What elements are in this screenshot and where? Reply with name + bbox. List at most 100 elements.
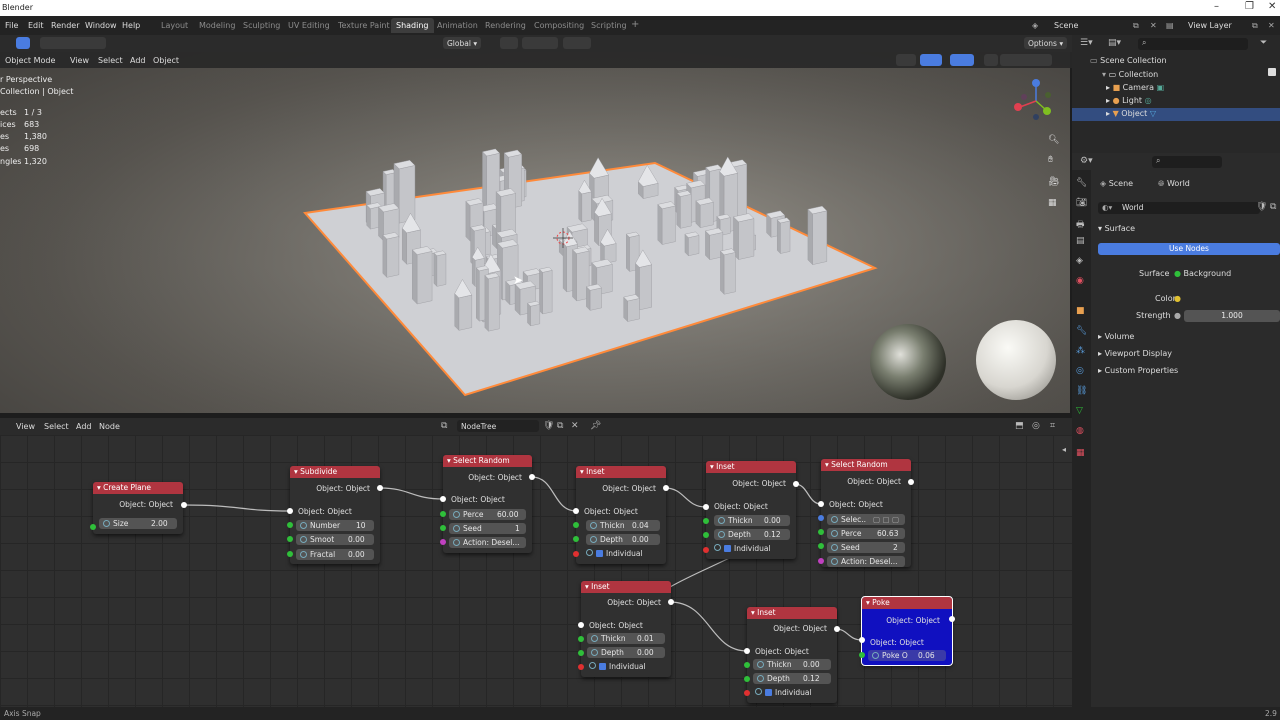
node-header-icon[interactable]: ⬒ <box>1015 421 1024 431</box>
zoom-icon[interactable]: 🔍︎ <box>1048 135 1059 145</box>
individual-checkbox[interactable]: Individual <box>714 544 771 553</box>
new-tree-icon[interactable]: ⧉ <box>557 421 563 431</box>
input-socket[interactable] <box>818 543 824 549</box>
individual-checkbox[interactable]: Individual <box>586 549 643 558</box>
input-socket[interactable] <box>578 636 584 642</box>
editor-type-icon[interactable]: ☰▾ <box>1080 38 1093 48</box>
output-socket[interactable] <box>668 599 674 605</box>
select-tool-icon[interactable] <box>16 37 30 49</box>
input-socket[interactable] <box>818 501 824 507</box>
outliner-collection[interactable]: ▾ ▭ Collection <box>1102 70 1158 79</box>
constraints-tab-icon[interactable]: ⛓︎ <box>1076 386 1087 396</box>
size-field[interactable]: Size 2.00 <box>99 518 177 529</box>
filter-icon[interactable]: ⏷ <box>1260 38 1267 48</box>
options-dropdown[interactable]: Options ▾ <box>1024 37 1068 49</box>
tab-layout[interactable]: Layout <box>161 21 188 30</box>
tab-shading[interactable]: Shading <box>391 18 434 33</box>
tab-rendering[interactable]: Rendering <box>485 21 526 30</box>
color-socket-icon[interactable]: ● <box>1174 294 1181 303</box>
pan-hand-icon[interactable]: ✋︎ <box>1048 155 1053 165</box>
viewport-menu-add[interactable]: Add <box>130 56 146 65</box>
viewport-menu-select[interactable]: Select <box>98 56 123 65</box>
individual-checkbox[interactable]: Individual <box>589 662 646 671</box>
node-poke[interactable]: ▾ Poke Object: Object Object: Object Pok… <box>861 596 953 666</box>
expand-arrow-icon[interactable]: ▾ <box>1102 70 1106 79</box>
3d-viewport[interactable]: r Perspective Collection | Object ects 1 … <box>0 35 1070 413</box>
input-socket[interactable] <box>90 524 96 530</box>
select-mode-icons[interactable]: ▢ ▢ ▢ <box>873 515 899 524</box>
input-socket[interactable] <box>818 529 824 535</box>
input-socket[interactable] <box>440 496 446 502</box>
smoothness-field[interactable]: Smoot 0.00 <box>296 534 374 545</box>
outliner-search-input[interactable]: ⌕ <box>1138 38 1248 50</box>
input-socket[interactable] <box>573 536 579 542</box>
minimize-icon[interactable]: – <box>1214 1 1219 12</box>
world-datablock-field[interactable]: ◐▾ World <box>1098 202 1260 214</box>
restore-icon[interactable]: ❐ <box>1245 1 1254 12</box>
view-layer-tab-icon[interactable]: ▤ <box>1076 236 1085 246</box>
input-socket[interactable] <box>703 532 709 538</box>
shading-mode-icons[interactable] <box>1000 54 1052 66</box>
input-socket[interactable] <box>287 508 293 514</box>
input-socket[interactable] <box>744 662 750 668</box>
input-socket[interactable] <box>287 536 293 542</box>
xray-icon[interactable] <box>984 54 998 66</box>
material-tab-icon[interactable]: ◍ <box>1076 426 1084 436</box>
delete-scene-icon[interactable]: ✕ <box>1150 21 1157 30</box>
input-socket[interactable] <box>744 690 750 696</box>
node-select-random[interactable]: ▾ Select Random Object: Object Object: O… <box>821 459 911 567</box>
output-socket[interactable] <box>908 479 914 485</box>
object-mode-dropdown[interactable]: Object Mode <box>5 56 55 65</box>
node-header[interactable]: ▾ Subdivide <box>290 466 380 478</box>
fake-user-icon[interactable]: 🛡︎ <box>1256 202 1267 212</box>
node-header[interactable]: ▾ Inset <box>747 607 837 619</box>
gizmo-toggle-icon[interactable] <box>920 54 942 66</box>
sidebar-toggle-icon[interactable]: ◂ <box>1062 445 1066 454</box>
node-header[interactable]: ▾ Select Random <box>821 459 911 471</box>
close-icon[interactable]: ✕ <box>1268 1 1276 12</box>
output-socket[interactable] <box>949 616 955 622</box>
fractal-field[interactable]: Fractal 0.00 <box>296 549 374 560</box>
data-tab-icon[interactable]: ▽ <box>1076 406 1083 416</box>
depth-field[interactable]: Depth 0.00 <box>586 534 660 545</box>
transform-orientation-dropdown[interactable]: Global ▾ <box>443 37 482 49</box>
view-layer-selector[interactable]: View Layer <box>1188 21 1232 30</box>
scene-selector[interactable]: Scene <box>1054 21 1078 30</box>
snap-icon[interactable] <box>522 37 558 49</box>
input-socket[interactable] <box>859 652 865 658</box>
volume-panel-header[interactable]: ▸ Volume <box>1098 332 1134 341</box>
custom-properties-panel-header[interactable]: ▸ Custom Properties <box>1098 366 1178 375</box>
tab-compositing[interactable]: Compositing <box>534 21 584 30</box>
seed-field[interactable]: Seed 1 <box>449 523 526 534</box>
input-socket[interactable] <box>744 676 750 682</box>
input-socket[interactable] <box>578 650 584 656</box>
object-tab-icon[interactable]: ■ <box>1076 306 1085 316</box>
node-inset[interactable]: ▾ Inset Object: Object Object: Object Th… <box>706 461 796 559</box>
editor-type-icon[interactable]: ⚙▾ <box>1080 156 1093 166</box>
action-dropdown[interactable]: Action: Desel... <box>827 556 905 567</box>
input-socket[interactable] <box>573 508 579 514</box>
input-socket[interactable] <box>818 515 824 521</box>
input-socket[interactable] <box>440 525 446 531</box>
percent-field[interactable]: Perce 60.00 <box>449 509 526 520</box>
input-socket[interactable] <box>287 551 293 557</box>
use-nodes-button[interactable]: Use Nodes <box>1098 243 1280 255</box>
thickness-field[interactable]: Thickn 0.00 <box>714 515 790 526</box>
node-header[interactable]: ▾ Create Plane <box>93 482 183 494</box>
node-menu-add[interactable]: Add <box>76 422 92 431</box>
overlays-toggle-icon[interactable] <box>950 54 974 66</box>
menu-edit[interactable]: Edit <box>28 21 44 30</box>
input-socket[interactable] <box>440 511 446 517</box>
tool-tab-icon[interactable]: 🔧︎ <box>1076 178 1087 188</box>
node-menu-select[interactable]: Select <box>44 422 69 431</box>
unlink-tree-icon[interactable]: ✕ <box>571 421 579 431</box>
input-socket[interactable] <box>573 522 579 528</box>
outliner-scene-collection[interactable]: ▭ Scene Collection <box>1090 56 1167 65</box>
node-create-plane[interactable]: ▾ Create Plane Object: Object Size 2.00 <box>93 482 183 534</box>
tab-sculpting[interactable]: Sculpting <box>243 21 280 30</box>
new-view-layer-icon[interactable]: ⧉ <box>1252 21 1258 31</box>
input-socket[interactable] <box>859 637 865 643</box>
node-header[interactable]: ▾ Inset <box>706 461 796 473</box>
new-world-icon[interactable]: ⧉ <box>1270 202 1276 212</box>
input-socket[interactable] <box>703 504 709 510</box>
